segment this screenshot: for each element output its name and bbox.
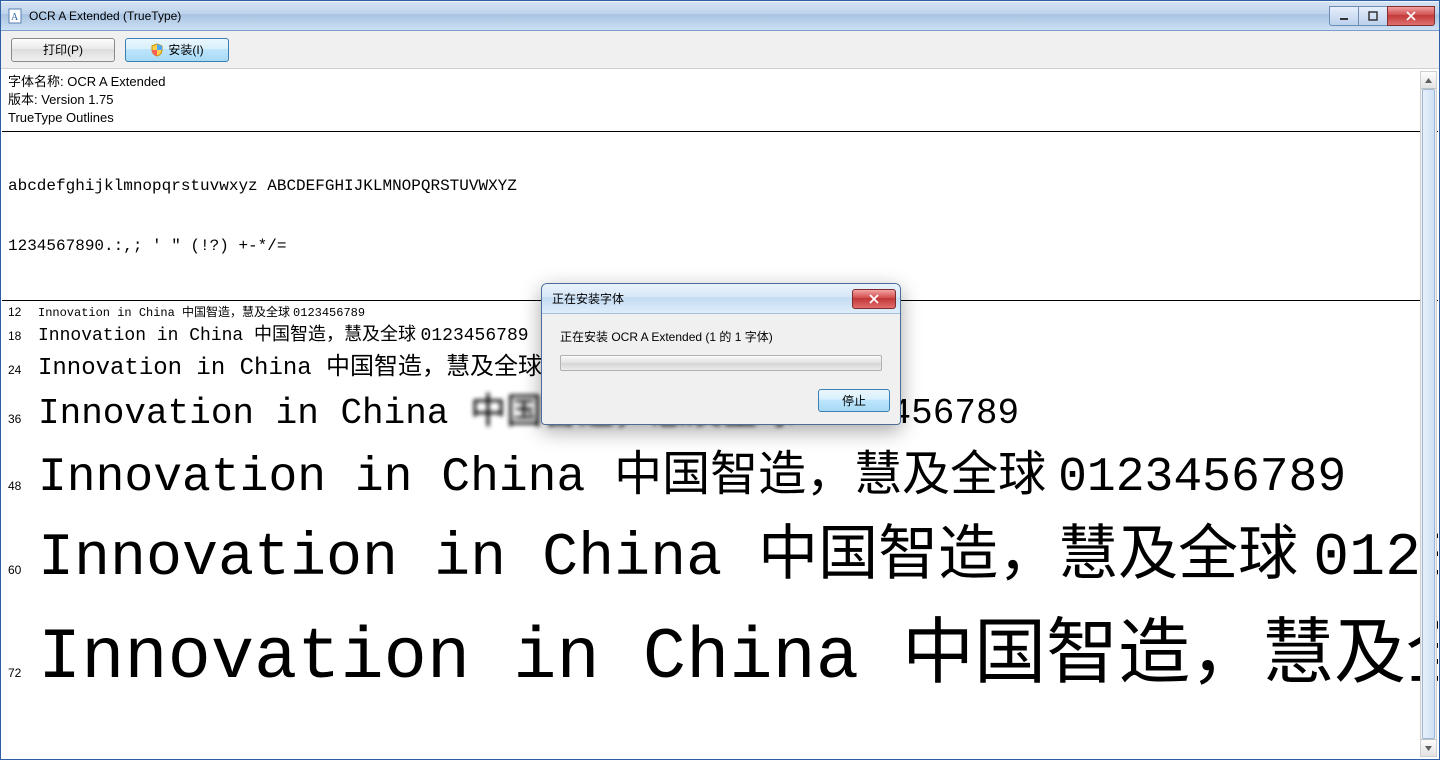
install-button[interactable]: 安装(I) <box>125 38 229 62</box>
font-name-line: 字体名称: OCR A Extended <box>8 73 1432 91</box>
glyph-sample-block: abcdefghijklmnopqrstuvwxyz ABCDEFGHIJKLM… <box>2 132 1438 301</box>
installing-font-dialog: 正在安装字体 正在安装 OCR A Extended (1 的 1 字体) 停止 <box>541 283 901 425</box>
glyph-line-2: 1234567890.:,; ' " (!?) +-*/= <box>8 236 1432 256</box>
sample-size-label: 12 <box>8 305 38 319</box>
sample-text: Innovation in China 中国智造，慧及全球 0123456789 <box>38 434 1346 505</box>
sample-size-label: 18 <box>8 329 38 343</box>
vertical-scrollbar[interactable] <box>1420 71 1437 757</box>
sample-text: Innovation in China 中国智造，慧及全球 0123456789 <box>38 303 365 320</box>
stop-button[interactable]: 停止 <box>818 389 890 412</box>
sample-size-label: 36 <box>8 412 38 426</box>
font-version-line: 版本: Version 1.75 <box>8 91 1432 109</box>
scroll-up-button[interactable] <box>1421 72 1436 89</box>
dialog-message: 正在安装 OCR A Extended (1 的 1 字体) <box>560 328 882 345</box>
minimize-button[interactable] <box>1329 6 1359 26</box>
sample-size-label: 48 <box>8 479 38 493</box>
dialog-titlebar: 正在安装字体 <box>542 284 900 314</box>
window-title: OCR A Extended (TrueType) <box>29 9 181 23</box>
dialog-close-button[interactable] <box>852 289 896 309</box>
window-titlebar: A OCR A Extended (TrueType) <box>1 1 1439 31</box>
dialog-body: 正在安装 OCR A Extended (1 的 1 字体) <box>542 314 900 381</box>
sample-text: Innovation in China 中国智造，慧及全球 0123456789 <box>38 320 529 346</box>
window-close-button[interactable] <box>1387 6 1435 26</box>
sample-row: 48Innovation in China 中国智造，慧及全球 01234567… <box>2 434 1438 505</box>
window-controls <box>1330 6 1435 26</box>
sample-text: Innovation in China 中国智造，慧及全球 0123456789 <box>38 593 1438 699</box>
sample-row: 60Innovation in China 中国智造，慧及全球 01234567… <box>2 505 1438 593</box>
sample-size-label: 24 <box>8 363 38 377</box>
install-progress-bar <box>560 355 882 371</box>
dialog-buttons: 停止 <box>542 381 900 424</box>
sample-row: 72Innovation in China 中国智造，慧及全球 01234567… <box>2 593 1438 699</box>
sample-size-label: 60 <box>8 563 38 577</box>
stop-button-label: 停止 <box>842 392 866 409</box>
print-button[interactable]: 打印(P) <box>11 38 115 62</box>
sample-size-label: 72 <box>8 666 38 680</box>
font-outlines-line: TrueType Outlines <box>8 109 1432 127</box>
install-button-label: 安装(I) <box>168 41 203 58</box>
svg-text:A: A <box>11 12 19 23</box>
maximize-button[interactable] <box>1358 6 1388 26</box>
titlebar-left: A OCR A Extended (TrueType) <box>7 8 181 24</box>
toolbar: 打印(P) 安装(I) <box>1 31 1439 69</box>
shield-icon <box>150 43 164 57</box>
sample-text: Innovation in China 中国智造，慧及全球 0123456789 <box>38 505 1438 593</box>
print-button-label: 打印(P) <box>43 41 83 58</box>
font-file-icon: A <box>7 8 23 24</box>
scrollbar-track[interactable] <box>1421 89 1436 739</box>
scrollbar-thumb[interactable] <box>1422 89 1435 739</box>
glyph-line-1: abcdefghijklmnopqrstuvwxyz ABCDEFGHIJKLM… <box>8 176 1432 196</box>
font-meta-block: 字体名称: OCR A Extended 版本: Version 1.75 Tr… <box>2 69 1438 132</box>
scroll-down-button[interactable] <box>1421 739 1436 756</box>
dialog-title: 正在安装字体 <box>552 290 624 307</box>
